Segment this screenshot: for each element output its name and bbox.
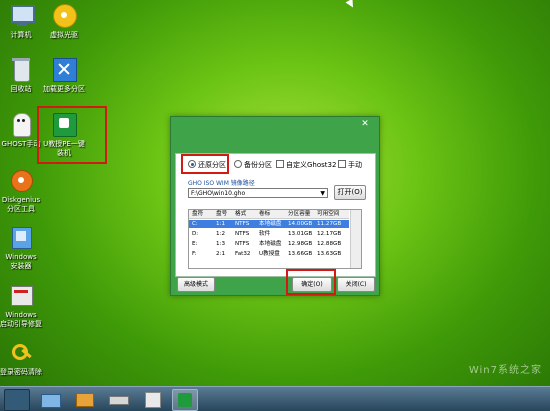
table-cell: 本地磁盘 bbox=[259, 221, 282, 227]
taskbar bbox=[0, 386, 550, 411]
checkbox-icon bbox=[338, 160, 346, 168]
desktop-icon-load-partitions[interactable]: 加载更多分区 bbox=[37, 57, 91, 94]
table-cell: 2:1 bbox=[216, 251, 226, 257]
dialog-titlebar[interactable] bbox=[171, 117, 379, 151]
table-cell: F: bbox=[192, 251, 197, 257]
radio-unselected-icon bbox=[234, 160, 242, 168]
expand-arrows-icon bbox=[51, 57, 77, 83]
table-cell: 1:2 bbox=[216, 231, 226, 237]
open-button[interactable]: 打开(O) bbox=[334, 185, 366, 200]
table-cell: 本地磁盘 bbox=[259, 241, 282, 247]
table-cell: 1:3 bbox=[216, 241, 226, 247]
table-cell: 11.27GB bbox=[317, 221, 342, 227]
installer-icon-highlight bbox=[37, 106, 107, 164]
table-row[interactable]: D: 1:2 NTFS 软件 13.01GB 12.17GB bbox=[189, 230, 349, 238]
image-path-select[interactable]: F:\GHO\win10.gho ▼ bbox=[188, 188, 328, 198]
ghost-icon bbox=[8, 112, 34, 138]
image-path-value: F:\GHO\win10.gho bbox=[191, 190, 246, 197]
table-cell: 1:1 bbox=[216, 221, 226, 227]
boot-repair-icon bbox=[8, 283, 34, 309]
table-cell: 13.63GB bbox=[317, 251, 342, 257]
diskgenius-icon bbox=[8, 168, 34, 194]
table-cell: D: bbox=[192, 231, 199, 237]
column-header: 分区容量 bbox=[288, 211, 311, 217]
computer-icon bbox=[8, 3, 35, 29]
table-cell: 13.01GB bbox=[288, 231, 313, 237]
column-header: 盘符 bbox=[192, 211, 204, 217]
desktop-icon-label: 加载更多分区 bbox=[43, 85, 85, 93]
desktop-icon-label-line2: 启动引导修复 bbox=[0, 320, 42, 328]
desktop-icon-password-reset[interactable]: 登录密码清除 bbox=[0, 340, 48, 377]
table-cell: 12.98GB bbox=[288, 241, 313, 247]
table-cell: U教授盘 bbox=[259, 251, 280, 257]
column-header: 可用空间 bbox=[317, 211, 340, 217]
table-cell: E: bbox=[192, 241, 198, 247]
desktop-icon-virtual-drive[interactable]: 虚拟光驱 bbox=[37, 3, 91, 40]
options-panel: 还原分区 备份分区 自定义Ghost32 手动 GHO ISO WIM 镜像路径… bbox=[175, 153, 376, 277]
ghost-install-dialog: ✕ 还原分区 备份分区 自定义Ghost32 手动 GHO ISO WIM 镜像… bbox=[170, 116, 380, 296]
table-cell: NTFS bbox=[235, 231, 250, 237]
column-header: 盘号 bbox=[216, 211, 228, 217]
table-row[interactable]: E: 1:3 NTFS 本地磁盘 12.98GB 12.88GB bbox=[189, 240, 349, 248]
desktop-icon-boot-repair[interactable]: Windows 启动引导修复 bbox=[0, 283, 48, 329]
table-cell: 12.17GB bbox=[317, 231, 342, 237]
partition-table[interactable]: 盘符 盘号 格式 卷标 分区容量 可用空间 C: 1:1 NTFS 本地磁盘 1… bbox=[188, 209, 362, 269]
table-cell: 14.00GB bbox=[288, 221, 313, 227]
windows-installer-icon bbox=[8, 225, 34, 251]
advanced-mode-button[interactable]: 高级模式 bbox=[177, 277, 215, 292]
start-button[interactable] bbox=[4, 389, 30, 411]
taskbar-tools-icon[interactable] bbox=[72, 389, 96, 409]
confirm-button-highlight bbox=[286, 269, 336, 295]
table-cell: NTFS bbox=[235, 241, 250, 247]
desktop-icon-label-line2: 分区工具 bbox=[7, 205, 35, 213]
table-cell: 12.88GB bbox=[317, 241, 342, 247]
checkbox-icon bbox=[276, 160, 284, 168]
taskbar-explorer-icon[interactable] bbox=[38, 389, 62, 409]
radio-backup-partition[interactable]: 备份分区 bbox=[234, 160, 272, 170]
taskbar-app-icon[interactable] bbox=[140, 389, 164, 409]
restore-option-highlight bbox=[181, 154, 229, 174]
chevron-down-icon: ▼ bbox=[320, 190, 325, 197]
key-icon bbox=[8, 340, 34, 366]
image-path-label: GHO ISO WIM 镜像路径 bbox=[188, 180, 255, 187]
desktop-icon-diskgenius[interactable]: Diskgenius 分区工具 bbox=[0, 168, 48, 214]
checkbox-manual[interactable]: 手动 bbox=[338, 160, 362, 170]
checkbox-label: 手动 bbox=[348, 161, 362, 169]
watermark: Win7系统之家 bbox=[468, 365, 542, 376]
column-header: 格式 bbox=[235, 211, 247, 217]
disc-icon bbox=[51, 3, 77, 29]
desktop-icon-windows-installer[interactable]: Windows 安装器 bbox=[0, 225, 48, 271]
recycle-bin-icon bbox=[8, 57, 34, 83]
table-scrollbar[interactable] bbox=[350, 210, 361, 268]
checkbox-label: 自定义Ghost32 bbox=[286, 161, 337, 169]
mouse-cursor-icon bbox=[345, 0, 357, 10]
close-button[interactable]: 关闭(C) bbox=[337, 277, 375, 292]
table-cell: NTFS bbox=[235, 221, 250, 227]
table-cell: 软件 bbox=[259, 231, 271, 237]
table-cell: Fat32 bbox=[235, 251, 251, 257]
checkbox-custom-ghost32[interactable]: 自定义Ghost32 bbox=[276, 160, 336, 170]
table-header-row: 盘符 盘号 格式 卷标 分区容量 可用空间 bbox=[189, 210, 349, 219]
column-header: 卷标 bbox=[259, 211, 271, 217]
desktop-icon-label: Diskgenius bbox=[1, 196, 41, 204]
taskbar-installer-icon[interactable] bbox=[172, 389, 198, 411]
desktop-icon-label: Windows bbox=[5, 253, 37, 261]
desktop-icon-label: Windows bbox=[5, 311, 37, 319]
dialog-close-icon[interactable]: ✕ bbox=[359, 119, 371, 129]
table-row[interactable]: F: 2:1 Fat32 U教授盘 13.66GB 13.63GB bbox=[189, 250, 349, 258]
desktop-icon-label-line2: 安装器 bbox=[10, 262, 32, 270]
table-row[interactable]: C: 1:1 NTFS 本地磁盘 14.00GB 11.27GB bbox=[189, 220, 349, 228]
table-cell: 13.66GB bbox=[288, 251, 313, 257]
radio-label: 备份分区 bbox=[244, 161, 272, 169]
desktop-icon-label: 虚拟光驱 bbox=[50, 31, 78, 39]
taskbar-drive-icon[interactable] bbox=[106, 389, 130, 409]
desktop-icon-label: 登录密码清除 bbox=[0, 368, 42, 376]
table-cell: C: bbox=[192, 221, 198, 227]
